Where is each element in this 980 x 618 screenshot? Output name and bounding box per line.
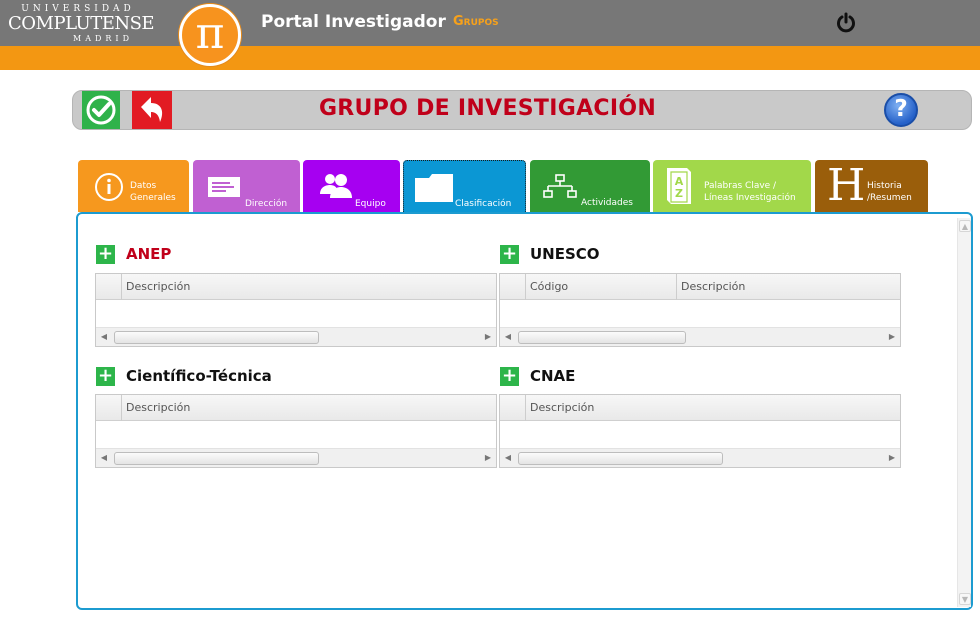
tab-actividades[interactable]: Actividades (530, 160, 650, 212)
info-icon (95, 173, 123, 201)
scroll-right-arrow-icon[interactable]: ▶ (887, 452, 897, 464)
scroll-thumb[interactable] (114, 331, 319, 344)
scroll-right-arrow-icon[interactable]: ▶ (483, 452, 493, 464)
tab-palabras-clave[interactable]: A Z Palabras Clave / Líneas Investigació… (653, 160, 811, 212)
anep-grid: Descripción ◀ ▶ (95, 273, 497, 347)
undo-arrow-icon (141, 97, 163, 122)
add-cientifico-tecnica-button[interactable]: + (96, 367, 115, 386)
scroll-left-arrow-icon[interactable]: ◀ (503, 452, 513, 464)
horizontal-scrollbar[interactable]: ◀ ▶ (96, 448, 496, 467)
scroll-left-arrow-icon[interactable]: ◀ (99, 452, 109, 464)
column-header-descripcion[interactable]: Descripción (121, 274, 497, 300)
cnae-grid: Descripción ◀ ▶ (499, 394, 901, 468)
column-header-codigo[interactable]: Código (525, 274, 676, 300)
back-button[interactable] (132, 91, 172, 129)
save-button[interactable] (82, 91, 120, 129)
section-anep: + ANEP (96, 245, 476, 265)
section-cientifico-tecnica: + Científico-Técnica (96, 367, 476, 387)
page-title: GRUPO DE INVESTIGACIÓN (318, 96, 657, 121)
tab-equipo[interactable]: Equipo (303, 160, 400, 212)
section-title: UNESCO (530, 245, 600, 263)
grid-header: Código Descripción (500, 274, 900, 300)
tab-direccion[interactable]: Dirección (193, 160, 300, 212)
horizontal-scrollbar[interactable]: ◀ ▶ (96, 327, 496, 346)
add-cnae-button[interactable]: + (500, 367, 519, 386)
university-logo: UNIVERSIDAD COMPLUTENSE MADRID (8, 4, 155, 43)
users-icon (320, 174, 352, 198)
tab-datos-generales[interactable]: Datos Generales (78, 160, 189, 212)
header-accent-bar (0, 46, 980, 70)
help-button[interactable]: ? (884, 93, 918, 127)
cientifico-tecnica-grid: Descripción ◀ ▶ (95, 394, 497, 468)
scroll-right-arrow-icon[interactable]: ▶ (887, 331, 897, 343)
power-icon[interactable] (836, 12, 856, 34)
check-icon (86, 95, 116, 125)
section-title: ANEP (126, 245, 172, 263)
tab-clasificacion[interactable]: Clasificación (403, 160, 526, 212)
portal-title: Portal Investigador (261, 12, 446, 32)
scroll-down-arrow-icon[interactable]: ▼ (959, 593, 971, 605)
scroll-thumb[interactable] (518, 331, 686, 344)
section-unesco: + UNESCO (500, 245, 880, 265)
grid-header: Descripción (96, 395, 496, 421)
letter-h-icon: H (827, 160, 866, 211)
scroll-left-arrow-icon[interactable]: ◀ (503, 331, 513, 343)
grid-header: Descripción (500, 395, 900, 421)
vertical-scrollbar[interactable]: ▲ ▼ (957, 218, 971, 607)
add-unesco-button[interactable]: + (500, 245, 519, 264)
section-title: CNAE (530, 367, 576, 385)
column-header-descripcion[interactable]: Descripción (676, 274, 901, 300)
column-header-descripcion[interactable]: Descripción (525, 395, 901, 421)
nav-link-grupos[interactable]: Grupos (453, 14, 499, 29)
section-title: Científico-Técnica (126, 367, 272, 385)
folder-icon (415, 174, 453, 202)
scroll-up-arrow-icon[interactable]: ▲ (959, 220, 971, 232)
dictionary-icon: A Z (667, 168, 691, 204)
horizontal-scrollbar[interactable]: ◀ ▶ (500, 327, 900, 346)
grid-header: Descripción (96, 274, 496, 300)
scroll-left-arrow-icon[interactable]: ◀ (99, 331, 109, 343)
scroll-thumb[interactable] (114, 452, 319, 465)
scroll-thumb[interactable] (518, 452, 723, 465)
horizontal-scrollbar[interactable]: ◀ ▶ (500, 448, 900, 467)
unesco-grid: Código Descripción ◀ ▶ (499, 273, 901, 347)
section-cnae: + CNAE (500, 367, 880, 387)
add-anep-button[interactable]: + (96, 245, 115, 264)
scroll-right-arrow-icon[interactable]: ▶ (483, 331, 493, 343)
hierarchy-icon (543, 174, 577, 198)
tab-historia-resumen[interactable]: H Historia /Resumen (815, 160, 928, 212)
pi-logo-icon: π (179, 4, 241, 66)
column-header-descripcion[interactable]: Descripción (121, 395, 497, 421)
address-card-icon (208, 177, 240, 197)
svg-text:Z: Z (675, 187, 683, 200)
